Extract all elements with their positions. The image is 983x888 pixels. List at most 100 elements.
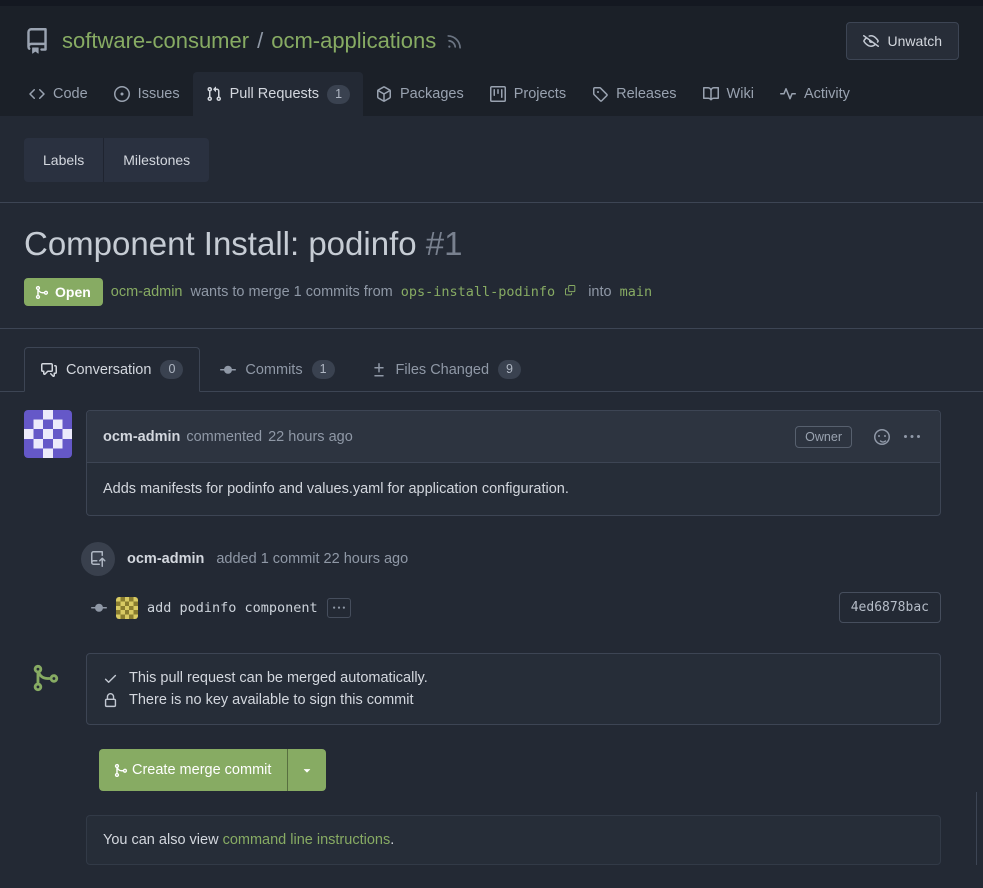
issue-subnav: Labels Milestones bbox=[0, 116, 983, 202]
nav-label: Pull Requests bbox=[230, 86, 319, 102]
comment-time[interactable]: 22 hours ago bbox=[268, 429, 353, 445]
package-icon bbox=[376, 86, 392, 102]
rss-icon[interactable] bbox=[446, 32, 464, 50]
comment-header: ocm-admin commented 22 hours ago Owner bbox=[87, 411, 940, 463]
pr-meta: Open ocm-admin wants to merge 1 commits … bbox=[0, 263, 983, 328]
nav-label: Activity bbox=[804, 86, 850, 102]
tab-pull-requests[interactable]: Pull Requests 1 bbox=[193, 72, 363, 116]
repo-nav: Code Issues Pull Requests 1 Packages Pro… bbox=[0, 72, 983, 116]
merge-area: This pull request can be merged automati… bbox=[86, 653, 941, 725]
project-icon bbox=[490, 86, 506, 102]
comment-card: ocm-admin commented 22 hours ago Owner A… bbox=[86, 410, 941, 516]
mergeable-status: This pull request can be merged automati… bbox=[103, 667, 924, 689]
mergeable-text: This pull request can be merged automati… bbox=[129, 670, 428, 686]
create-merge-commit-button[interactable]: Create merge commit bbox=[99, 749, 287, 791]
source-branch[interactable]: ops-install-podinfo bbox=[401, 284, 555, 300]
tab-code[interactable]: Code bbox=[16, 72, 101, 116]
avatar[interactable] bbox=[24, 410, 72, 458]
tab-files-changed[interactable]: Files Changed 9 bbox=[355, 348, 537, 391]
code-icon bbox=[29, 86, 45, 102]
tab-releases[interactable]: Releases bbox=[579, 72, 689, 116]
add-reaction-button[interactable] bbox=[870, 425, 894, 449]
merge-sentence: wants to merge 1 commits from bbox=[191, 284, 393, 300]
nav-label: Code bbox=[53, 86, 88, 102]
tab-projects[interactable]: Projects bbox=[477, 72, 579, 116]
comment-author[interactable]: ocm-admin bbox=[103, 429, 180, 445]
merge-options-dropdown[interactable] bbox=[287, 749, 326, 791]
status-badge: Open bbox=[24, 278, 103, 306]
diff-icon bbox=[371, 362, 387, 378]
book-icon bbox=[703, 86, 719, 102]
nav-label: Issues bbox=[138, 86, 180, 102]
ellipsis-icon bbox=[333, 602, 345, 614]
sign-text: There is no key available to sign this c… bbox=[129, 692, 414, 708]
tab-activity[interactable]: Activity bbox=[767, 72, 863, 116]
issue-icon bbox=[114, 86, 130, 102]
merge-status-box: This pull request can be merged automati… bbox=[86, 653, 941, 725]
tag-icon bbox=[592, 86, 608, 102]
pr-title-text: Component Install: podinfo bbox=[24, 225, 417, 262]
repo-owner-link[interactable]: software-consumer bbox=[62, 28, 249, 53]
smiley-icon bbox=[874, 429, 890, 445]
commit-expand-button[interactable] bbox=[327, 598, 351, 618]
sign-status: There is no key available to sign this c… bbox=[103, 689, 924, 711]
unwatch-button[interactable]: Unwatch bbox=[846, 22, 959, 60]
labels-button[interactable]: Labels bbox=[24, 138, 103, 182]
page-title: Component Install: podinfo #1 bbox=[24, 225, 959, 263]
status-label: Open bbox=[55, 284, 91, 300]
tab-packages[interactable]: Packages bbox=[363, 72, 477, 116]
repo-icon bbox=[24, 28, 50, 54]
git-merge-icon bbox=[30, 663, 60, 693]
tab-conversation[interactable]: Conversation 0 bbox=[24, 347, 200, 392]
eye-slash-icon bbox=[863, 33, 879, 49]
repo-push-icon bbox=[81, 542, 115, 576]
conversation-icon bbox=[41, 362, 57, 378]
copy-branch-icon[interactable] bbox=[565, 285, 580, 300]
commits-count: 1 bbox=[312, 360, 335, 379]
comment-action: commented bbox=[186, 429, 262, 445]
milestones-button[interactable]: Milestones bbox=[103, 138, 209, 182]
merge-button-label: Create merge commit bbox=[132, 762, 271, 778]
target-branch[interactable]: main bbox=[620, 284, 653, 300]
conversation-count: 0 bbox=[160, 360, 183, 379]
comment-menu-button[interactable] bbox=[900, 425, 924, 449]
kebab-icon bbox=[904, 429, 920, 445]
repo-title-row: software-consumer/ocm-applications Unwat… bbox=[0, 6, 983, 72]
pr-number: #1 bbox=[426, 225, 463, 262]
page-body: Labels Milestones Component Install: pod… bbox=[0, 116, 983, 865]
check-icon bbox=[103, 671, 118, 686]
commit-message[interactable]: add podinfo component bbox=[147, 600, 318, 616]
cli-suffix: . bbox=[390, 832, 394, 848]
chevron-down-icon bbox=[300, 763, 314, 777]
timeline-event: ocm-admin added 1 commit 22 hours ago bbox=[24, 542, 941, 576]
pr-author-link[interactable]: ocm-admin bbox=[111, 284, 183, 300]
commit-author-avatar[interactable] bbox=[116, 597, 138, 619]
pull-requests-count: 1 bbox=[327, 85, 350, 104]
git-merge-icon bbox=[34, 285, 49, 300]
pr-conversation: ocm-admin commented 22 hours ago Owner A… bbox=[0, 392, 983, 865]
tab-label: Files Changed bbox=[396, 362, 490, 378]
pr-title-wrap: Component Install: podinfo #1 bbox=[0, 203, 983, 263]
event-text: added 1 commit 22 hours ago bbox=[216, 551, 408, 567]
labels-milestones-group: Labels Milestones bbox=[24, 138, 209, 182]
into-word: into bbox=[588, 284, 611, 300]
tab-commits[interactable]: Commits 1 bbox=[204, 348, 350, 391]
owner-badge: Owner bbox=[795, 426, 852, 448]
git-merge-icon bbox=[113, 763, 128, 778]
comment-body: Adds manifests for podinfo and values.ya… bbox=[87, 463, 940, 515]
divider bbox=[0, 328, 983, 329]
commit-hash-button[interactable]: 4ed6878bac bbox=[839, 592, 941, 623]
commit-row: add podinfo component 4ed6878bac bbox=[24, 592, 941, 623]
event-author[interactable]: ocm-admin bbox=[127, 551, 204, 567]
cli-prefix: You can also view bbox=[103, 832, 219, 848]
nav-label: Wiki bbox=[727, 86, 754, 102]
repo-name-link[interactable]: ocm-applications bbox=[271, 28, 436, 53]
git-commit-icon bbox=[91, 600, 107, 616]
comment: ocm-admin commented 22 hours ago Owner A… bbox=[24, 410, 941, 516]
merge-button-group: Create merge commit bbox=[99, 749, 326, 791]
repo-breadcrumb: software-consumer/ocm-applications bbox=[62, 28, 436, 54]
tab-wiki[interactable]: Wiki bbox=[690, 72, 767, 116]
cli-instructions-link[interactable]: command line instructions bbox=[223, 832, 391, 848]
sidebar-divider bbox=[976, 792, 977, 865]
tab-issues[interactable]: Issues bbox=[101, 72, 193, 116]
